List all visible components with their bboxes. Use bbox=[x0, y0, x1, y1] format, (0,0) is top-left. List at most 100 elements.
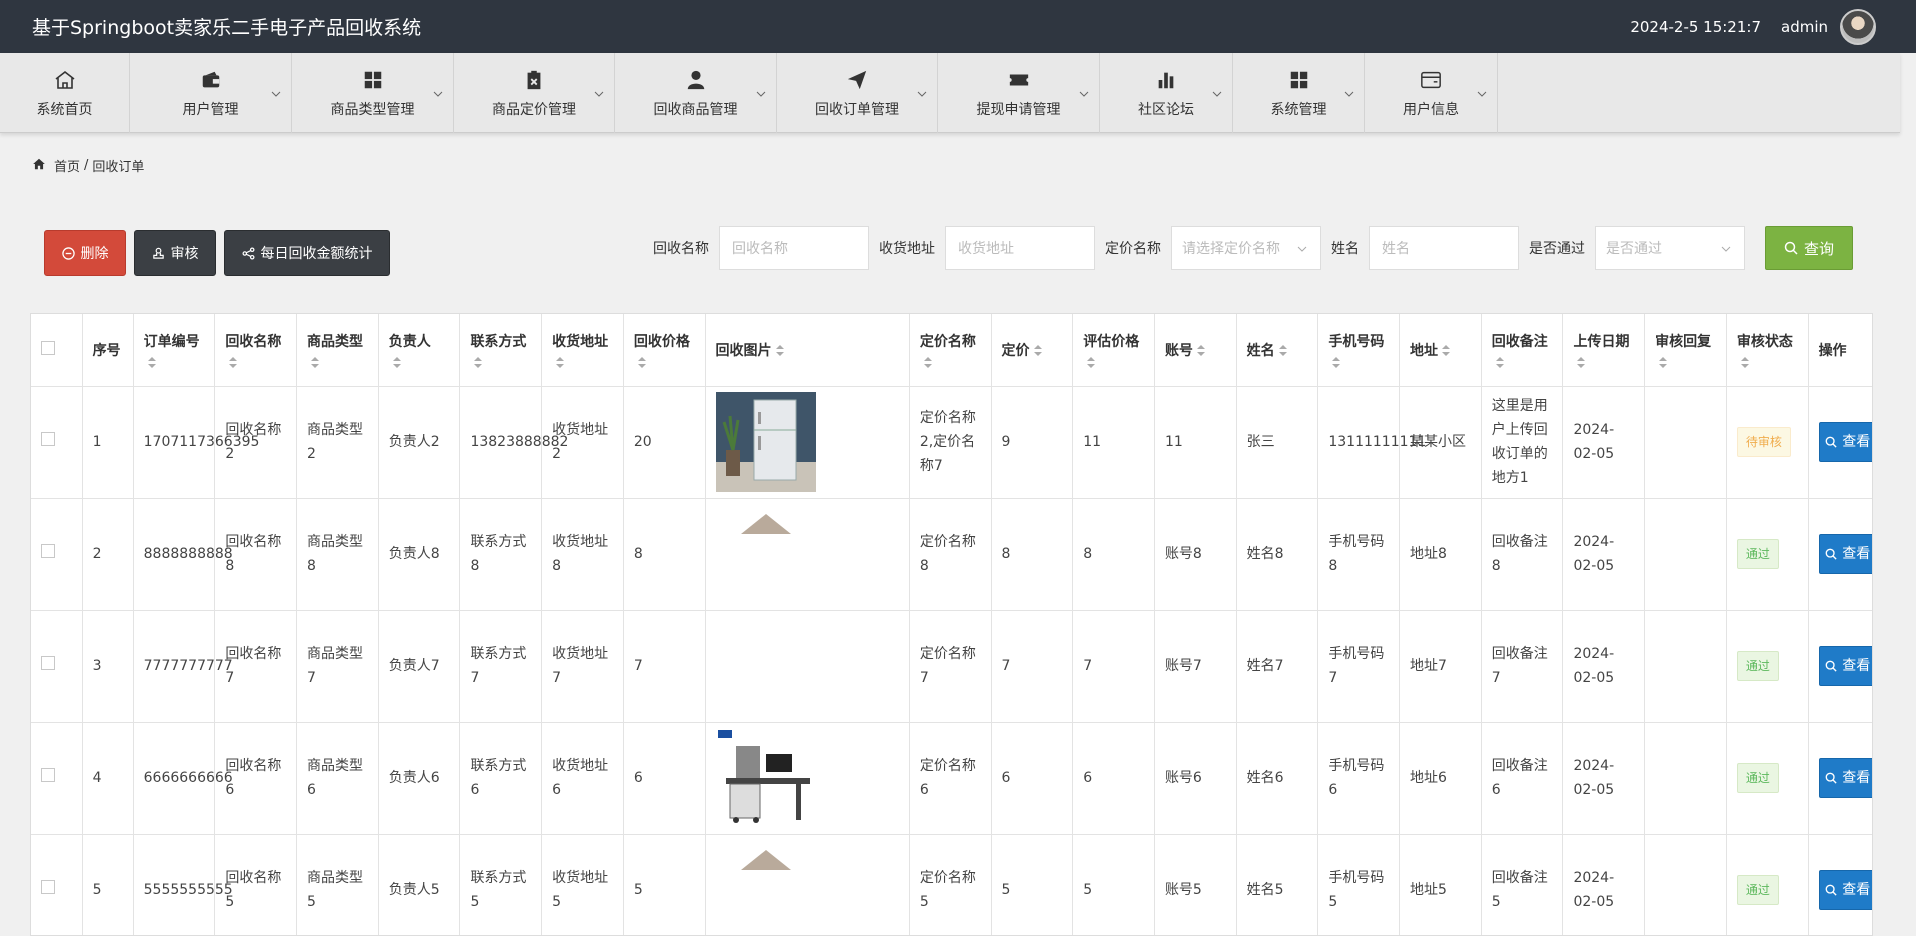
cell-owner: 负责人2 bbox=[378, 386, 461, 499]
th-order-no[interactable]: 订单编号 bbox=[133, 314, 216, 387]
daily-stats-button[interactable]: 每日回收金额统计 bbox=[224, 230, 390, 276]
sort-icon bbox=[147, 357, 156, 369]
cell-pricing: 7 bbox=[991, 610, 1074, 723]
view-button[interactable]: 查看 bbox=[1818, 534, 1872, 574]
nav-item-pricing[interactable]: 商品定价管理 bbox=[454, 53, 615, 133]
th-account[interactable]: 账号 bbox=[1154, 314, 1237, 387]
th-date[interactable]: 上传日期 bbox=[1562, 314, 1646, 387]
row-checkbox[interactable] bbox=[41, 768, 55, 782]
cell-addr: 地址7 bbox=[1399, 610, 1482, 723]
search-person-input[interactable]: 姓名 bbox=[1369, 226, 1519, 270]
select-all-checkbox[interactable] bbox=[41, 340, 55, 355]
nav-item-system[interactable]: 系统管理 bbox=[1233, 53, 1365, 133]
cell-pricing: 9 bbox=[991, 386, 1074, 499]
sort-icon bbox=[556, 357, 565, 369]
chevron-down-icon bbox=[917, 91, 927, 97]
th-pricing-name[interactable]: 定价名称 bbox=[909, 314, 992, 387]
view-label: 查看 bbox=[1842, 434, 1871, 450]
cell-order-no: 1707117366395 bbox=[133, 386, 259, 499]
view-button[interactable]: 查看 bbox=[1818, 870, 1872, 910]
row-select-cell bbox=[31, 610, 83, 723]
nav-item-user-management[interactable]: 用户管理 bbox=[130, 53, 292, 133]
table-row: 3 7777777777 回收名称7 商品类型7 负责人7 联系方式7 收货地址7 7 定价名称… bbox=[31, 610, 1872, 723]
th-status[interactable]: 审核状态 bbox=[1726, 314, 1809, 387]
th-label: 商品类型 bbox=[307, 334, 364, 351]
row-checkbox[interactable] bbox=[41, 544, 55, 558]
search-address-input[interactable]: 收货地址 bbox=[945, 226, 1095, 270]
view-button[interactable]: 查看 bbox=[1818, 422, 1872, 462]
cell-status: 通过 bbox=[1726, 498, 1809, 611]
nav-label: 回收商品管理 bbox=[653, 102, 738, 118]
th-type[interactable]: 商品类型 bbox=[296, 314, 379, 387]
search-name-input[interactable]: 回收名称 bbox=[719, 226, 869, 270]
workstation-image[interactable] bbox=[715, 728, 816, 828]
view-button[interactable]: 查看 bbox=[1818, 646, 1872, 686]
search-icon bbox=[1784, 241, 1798, 255]
th-address[interactable]: 收货地址 bbox=[541, 314, 624, 387]
th-estimate[interactable]: 评估价格 bbox=[1072, 314, 1155, 387]
cell-type: 商品类型7 bbox=[296, 610, 379, 723]
cell-ops: 查看 bbox=[1808, 498, 1872, 611]
chevron-down-icon bbox=[1477, 91, 1487, 97]
fridge-image[interactable] bbox=[715, 392, 816, 492]
th-addr[interactable]: 地址 bbox=[1399, 314, 1482, 387]
nav-label: 用户信息 bbox=[1403, 102, 1459, 118]
nav-item-user-info[interactable]: 用户信息 bbox=[1365, 53, 1498, 133]
nav-item-withdraw[interactable]: 提现申请管理 bbox=[938, 53, 1100, 133]
nav-item-product-type[interactable]: 商品类型管理 bbox=[292, 53, 454, 133]
th-name[interactable]: 回收名称 bbox=[214, 314, 298, 387]
nav-item-recycle-order[interactable]: 回收订单管理 bbox=[777, 53, 938, 133]
wallet-icon bbox=[198, 67, 224, 93]
table-row: 1 1707117366395 回收名称2 商品类型2 负责人2 13823888882 收… bbox=[31, 386, 1872, 499]
breadcrumb-home[interactable]: 首页 bbox=[54, 156, 80, 175]
sort-icon bbox=[1332, 357, 1341, 369]
audit-button[interactable]: 审核 bbox=[134, 230, 216, 276]
product-image[interactable] bbox=[715, 504, 816, 604]
product-image[interactable] bbox=[715, 840, 816, 936]
row-actions: 查看 bbox=[1818, 870, 1872, 910]
row-checkbox[interactable] bbox=[41, 432, 55, 446]
query-button[interactable]: 查询 bbox=[1765, 226, 1853, 270]
cell-image bbox=[705, 722, 910, 835]
row-checkbox[interactable] bbox=[41, 880, 55, 894]
chevron-down-icon bbox=[271, 91, 281, 97]
search-pricing-select[interactable]: 请选择定价名称 bbox=[1171, 226, 1321, 270]
nav-item-home[interactable]: 系统首页 bbox=[0, 53, 130, 133]
sort-icon bbox=[229, 357, 238, 369]
cell-date: 2024-02-05 bbox=[1562, 722, 1646, 835]
th-person[interactable]: 姓名 bbox=[1236, 314, 1319, 387]
th-price[interactable]: 回收价格 bbox=[623, 314, 706, 387]
sort-icon bbox=[1659, 357, 1668, 369]
avatar[interactable] bbox=[1840, 8, 1876, 45]
th-reply[interactable]: 审核回复 bbox=[1644, 314, 1727, 387]
cell-index: 4 bbox=[82, 722, 134, 835]
nav-item-forum[interactable]: 社区论坛 bbox=[1100, 53, 1233, 133]
cell-price: 8 bbox=[623, 498, 706, 611]
delete-button[interactable]: 删除 bbox=[44, 230, 126, 276]
cell-name: 回收名称5 bbox=[214, 834, 298, 935]
cell-person: 姓名5 bbox=[1236, 834, 1319, 935]
th-phone[interactable]: 手机号码 bbox=[1317, 314, 1401, 387]
search-pass-select[interactable]: 是否通过 bbox=[1595, 226, 1745, 270]
chevron-down-icon bbox=[1721, 246, 1731, 252]
th-label: 地址 bbox=[1410, 342, 1439, 359]
row-checkbox[interactable] bbox=[41, 656, 55, 670]
th-note[interactable]: 回收备注 bbox=[1481, 314, 1564, 387]
th-owner[interactable]: 负责人 bbox=[378, 314, 461, 387]
th-contact[interactable]: 联系方式 bbox=[459, 314, 543, 387]
search-pass-label: 是否通过 bbox=[1529, 241, 1585, 257]
view-button[interactable]: 查看 bbox=[1818, 758, 1872, 798]
username[interactable]: admin bbox=[1781, 18, 1828, 36]
cell-status: 通过 bbox=[1726, 834, 1809, 935]
chevron-down-icon bbox=[1297, 246, 1307, 252]
orders-table: 序号 订单编号 回收名称 商品类型 负责人 联系方式 收货地址 回收价格 回收图… bbox=[31, 314, 1872, 936]
cell-estimate: 6 bbox=[1072, 722, 1155, 835]
nav-item-recycle-product[interactable]: 回收商品管理 bbox=[615, 53, 777, 133]
th-pricing[interactable]: 定价 bbox=[991, 314, 1074, 387]
cell-owner: 负责人5 bbox=[378, 834, 461, 935]
cell-name: 回收名称8 bbox=[214, 498, 298, 611]
cell-phone: 手机号码8 bbox=[1317, 498, 1401, 611]
cell-index: 2 bbox=[82, 498, 134, 611]
cell-estimate: 11 bbox=[1072, 386, 1155, 499]
th-image[interactable]: 回收图片 bbox=[705, 314, 910, 387]
